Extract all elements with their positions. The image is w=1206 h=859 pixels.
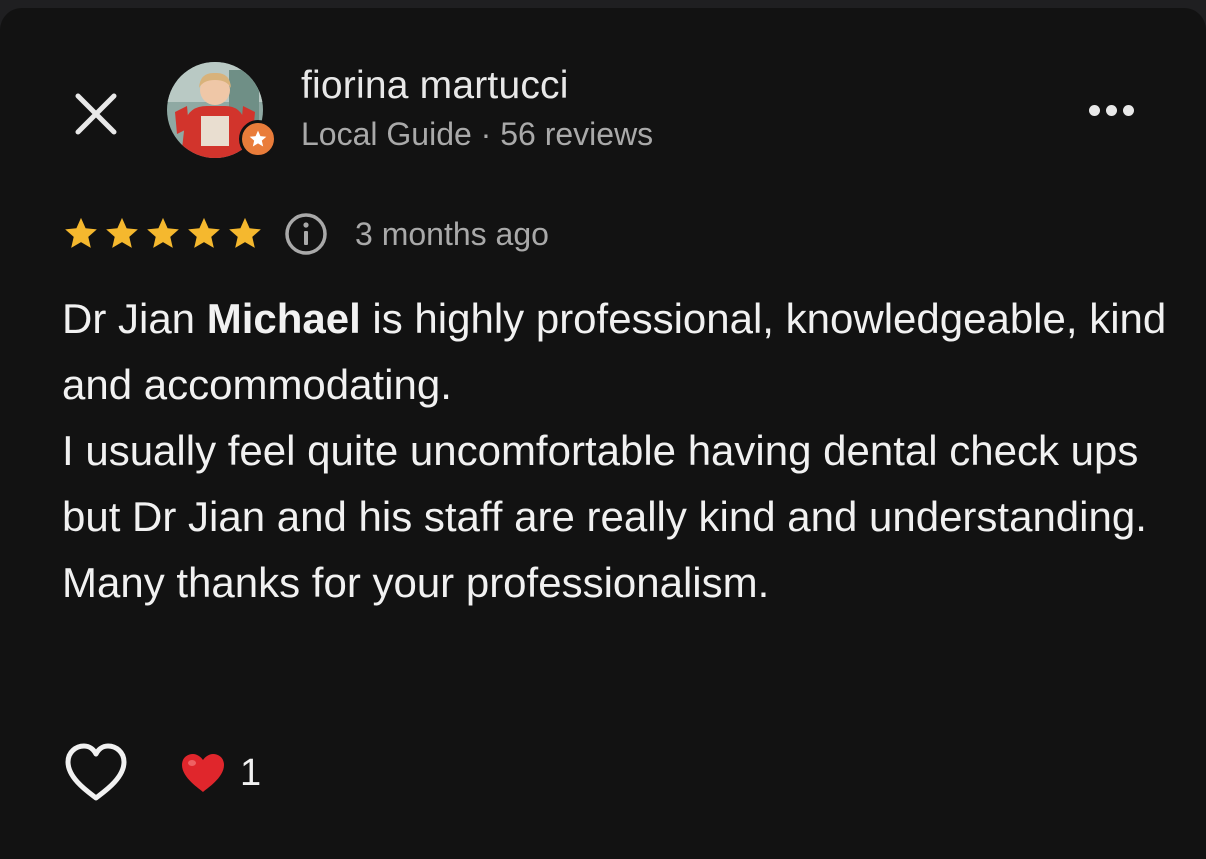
review-paragraph: I usually feel quite uncomfortable havin… bbox=[62, 427, 1147, 540]
more-options-button[interactable] bbox=[1076, 88, 1146, 132]
close-icon bbox=[75, 93, 117, 135]
more-options-icon-dot bbox=[1122, 104, 1134, 116]
more-options-icon bbox=[1088, 104, 1100, 116]
info-icon[interactable] bbox=[283, 211, 329, 257]
like-button[interactable] bbox=[60, 740, 132, 806]
reviewer-avatar-group bbox=[167, 62, 277, 162]
reaction-count: 1 bbox=[240, 751, 262, 794]
review-text-highlight: Michael bbox=[206, 295, 361, 342]
star-icon bbox=[147, 217, 179, 248]
review-paragraph: Dr Jian Michael is highly professional, … bbox=[62, 286, 1172, 418]
more-options-icon-dot bbox=[1105, 104, 1117, 116]
star-icon bbox=[65, 217, 97, 248]
review-card: fiorina martucci Local Guide · 56 review… bbox=[0, 8, 1206, 859]
reviewer-meta: Local Guide · 56 reviews bbox=[301, 116, 654, 152]
star-icon bbox=[249, 130, 267, 147]
star-icon bbox=[106, 217, 138, 248]
local-guide-badge bbox=[239, 120, 277, 158]
rating-row: 3 months ago bbox=[62, 208, 549, 260]
review-text: Dr Jian Michael is highly professional, … bbox=[62, 286, 1172, 616]
red-heart-icon bbox=[182, 754, 224, 792]
review-text-prefix: Dr Jian bbox=[62, 295, 207, 342]
review-time: 3 months ago bbox=[355, 215, 549, 252]
star-rating bbox=[62, 215, 267, 253]
reviewer-name[interactable]: fiorina martucci bbox=[301, 64, 569, 108]
star-icon bbox=[229, 217, 261, 248]
close-button[interactable] bbox=[68, 86, 124, 142]
star-icon bbox=[188, 217, 220, 248]
review-paragraph: Many thanks for your professionalism. bbox=[62, 559, 770, 606]
reaction-summary[interactable]: 1 bbox=[180, 746, 261, 800]
heart-outline-icon bbox=[65, 743, 127, 801]
